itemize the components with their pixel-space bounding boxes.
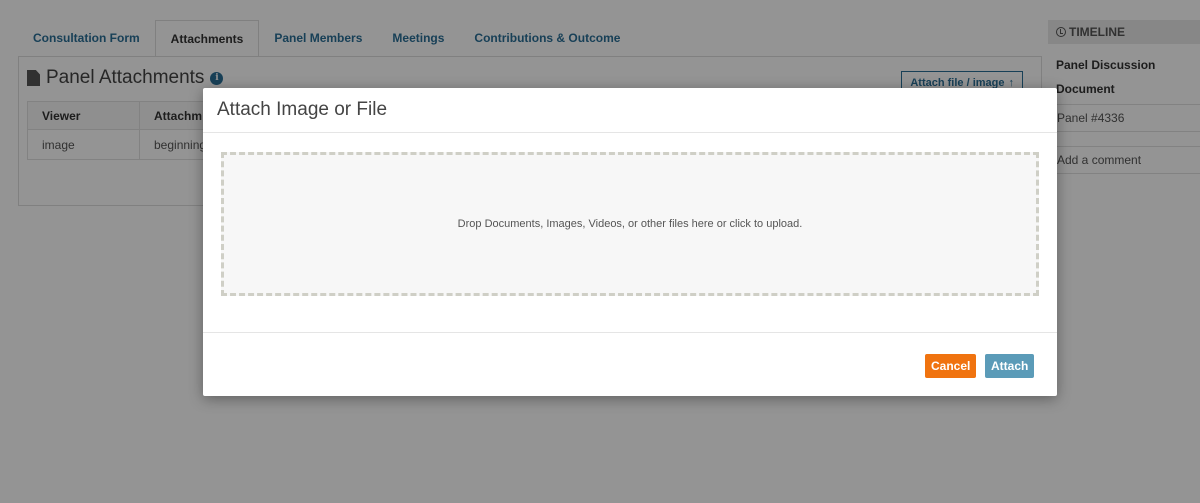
modal-header: Attach Image or File [203,88,1057,133]
modal-title: Attach Image or File [217,99,388,120]
dropzone-text: Drop Documents, Images, Videos, or other… [457,218,803,230]
cancel-button[interactable]: Cancel [925,354,977,378]
modal-footer: Cancel Attach [203,332,1057,396]
attach-button[interactable]: Attach [985,354,1035,378]
file-dropzone[interactable]: Drop Documents, Images, Videos, or other… [221,152,1039,296]
attach-modal: Attach Image or File Drop Documents, Ima… [203,88,1057,396]
